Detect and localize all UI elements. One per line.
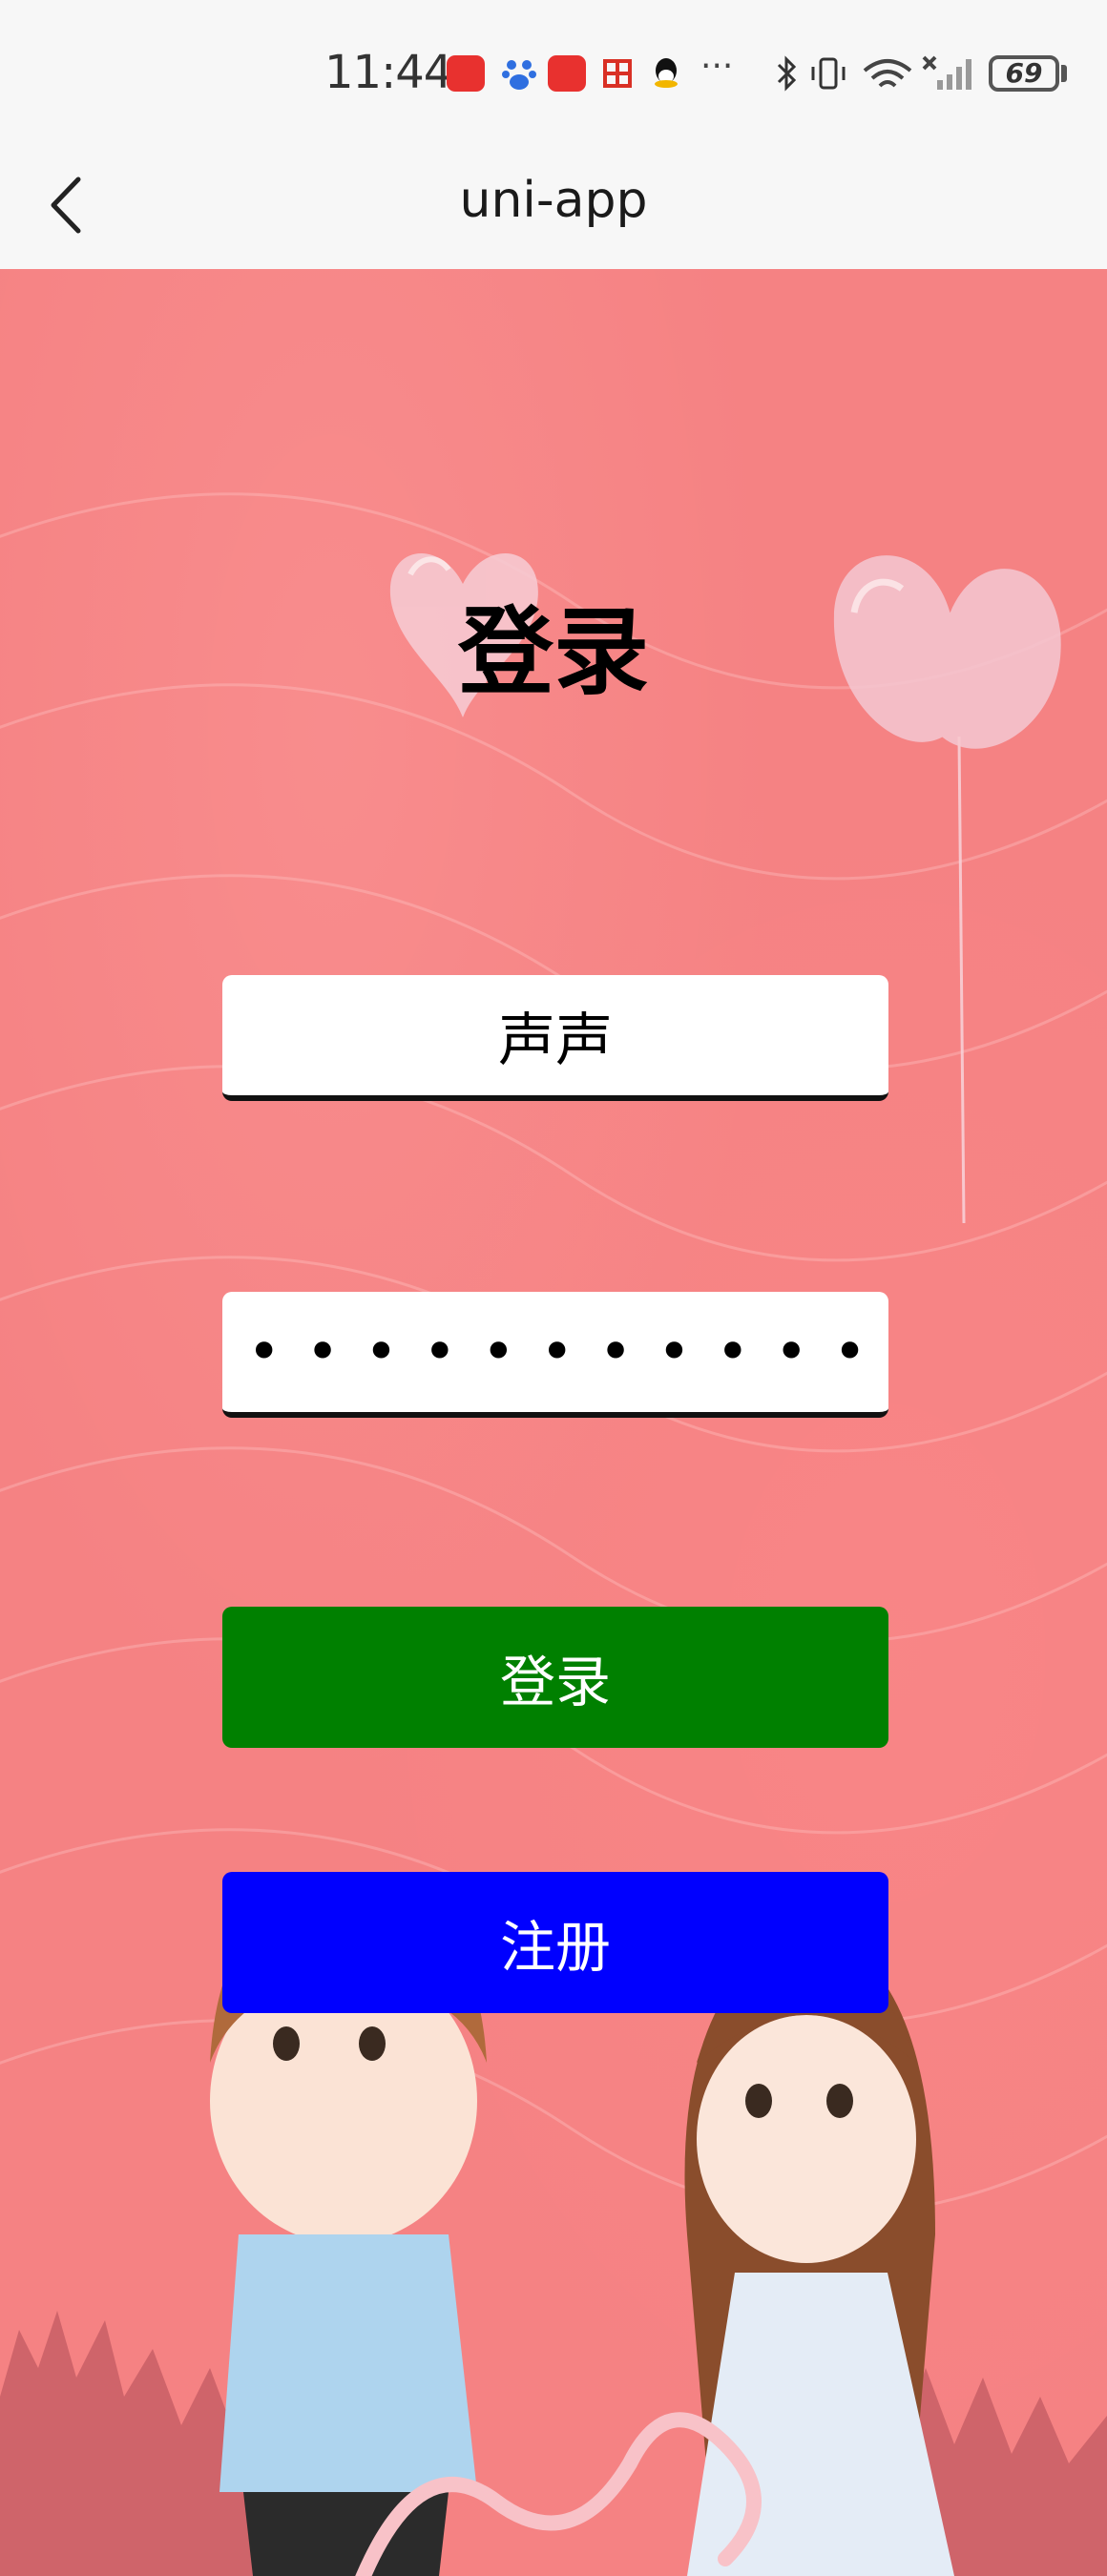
status-time: 11:44 bbox=[324, 46, 452, 99]
nav-bar: uni-app bbox=[0, 143, 1107, 269]
more-icon: ··· bbox=[700, 47, 734, 86]
battery-icon: 69 bbox=[989, 55, 1059, 92]
username-field[interactable] bbox=[222, 975, 888, 1101]
nav-title: uni-app bbox=[459, 172, 648, 229]
bluetooth-icon bbox=[775, 55, 800, 92]
girl-figure bbox=[684, 1929, 954, 2576]
login-button[interactable]: 登录 bbox=[222, 1607, 888, 1748]
register-button[interactable]: 注册 bbox=[222, 1872, 888, 2013]
vibrate-icon bbox=[807, 55, 849, 92]
huawei-store-icon bbox=[548, 55, 586, 92]
mail-icon bbox=[601, 55, 634, 92]
wifi-icon bbox=[861, 55, 914, 92]
password-input[interactable]: ••••••••••• bbox=[222, 1319, 888, 1385]
signal-icon bbox=[922, 55, 979, 92]
status-bar: 11:44 ··· 69 bbox=[0, 0, 1107, 143]
baidu-icon bbox=[500, 55, 538, 92]
username-input[interactable] bbox=[222, 1002, 888, 1069]
page-title: 登录 bbox=[458, 596, 649, 708]
password-field[interactable]: ••••••••••• bbox=[222, 1292, 888, 1418]
qq-icon bbox=[649, 55, 683, 92]
login-page: 登录 ••••••••••• 登录 注册 bbox=[0, 269, 1107, 2576]
battery-tip bbox=[1061, 65, 1067, 82]
huawei-store-icon bbox=[447, 55, 485, 92]
